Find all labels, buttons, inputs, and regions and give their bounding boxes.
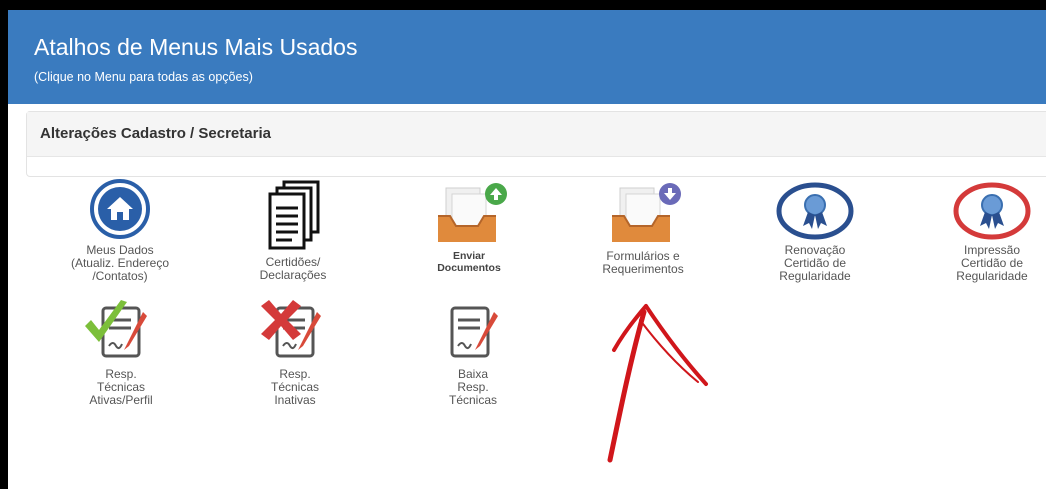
signed-doc-x-icon bbox=[261, 300, 321, 358]
tile-formularios[interactable]: Formulários e Requerimentos bbox=[583, 180, 703, 276]
ribbon-badge-icon bbox=[776, 182, 854, 240]
shortcuts-header: Atalhos de Menus Mais Usados (Clique no … bbox=[8, 10, 1046, 104]
documents-icon bbox=[268, 180, 320, 250]
section-title: Alterações Cadastro / Secretaria bbox=[40, 125, 271, 142]
tile-label: Meus Dados (Atualiz. Endereço /Contatos) bbox=[70, 243, 170, 283]
tile-label: Renovação Certidão de Regularidade bbox=[779, 243, 851, 283]
tile-certidoes[interactable]: Certidões/ Declarações bbox=[233, 178, 353, 282]
signed-doc-icon bbox=[450, 306, 498, 358]
download-tray-icon bbox=[612, 183, 681, 242]
page-title: Atalhos de Menus Mais Usados bbox=[34, 34, 358, 60]
shortcuts-page: Atalhos de Menus Mais Usados (Clique no … bbox=[8, 10, 1046, 489]
section-header[interactable]: Alterações Cadastro / Secretaria bbox=[27, 112, 1046, 157]
section-panel: Alterações Cadastro / Secretaria bbox=[26, 111, 1046, 177]
tile-enviar-documentos[interactable]: Enviar Documentos bbox=[414, 180, 524, 274]
tile-label: Impressão Certidão de Regularidade bbox=[956, 243, 1028, 283]
tile-label: Certidões/ Declarações bbox=[259, 255, 327, 282]
tile-resp-ativas[interactable]: Resp. Técnicas Ativas/Perfil bbox=[66, 298, 176, 407]
home-icon bbox=[90, 179, 150, 239]
tile-meus-dados[interactable]: Meus Dados (Atualiz. Endereço /Contatos) bbox=[60, 178, 180, 283]
tile-baixa-resp[interactable]: Baixa Resp. Técnicas bbox=[428, 298, 518, 407]
tile-label: Resp. Técnicas Inativas bbox=[270, 367, 320, 407]
tile-label: Enviar Documentos bbox=[437, 250, 501, 274]
signed-doc-check-icon bbox=[85, 300, 147, 358]
red-arrow-icon bbox=[607, 304, 708, 463]
page-subtitle: (Clique no Menu para todas as opções) bbox=[34, 70, 253, 84]
tile-renovacao[interactable]: Renovação Certidão de Regularidade bbox=[760, 182, 870, 283]
left-border bbox=[0, 0, 8, 489]
upload-tray-icon bbox=[438, 183, 507, 242]
tile-label: Formulários e Requerimentos bbox=[602, 249, 684, 276]
ribbon-badge-red-icon bbox=[953, 182, 1031, 240]
tile-resp-inativas[interactable]: Resp. Técnicas Inativas bbox=[240, 298, 350, 407]
tile-label: Resp. Técnicas Ativas/Perfil bbox=[89, 367, 153, 407]
tile-label: Baixa Resp. Técnicas bbox=[448, 367, 498, 407]
tile-impressao[interactable]: Impressão Certidão de Regularidade bbox=[938, 182, 1046, 283]
